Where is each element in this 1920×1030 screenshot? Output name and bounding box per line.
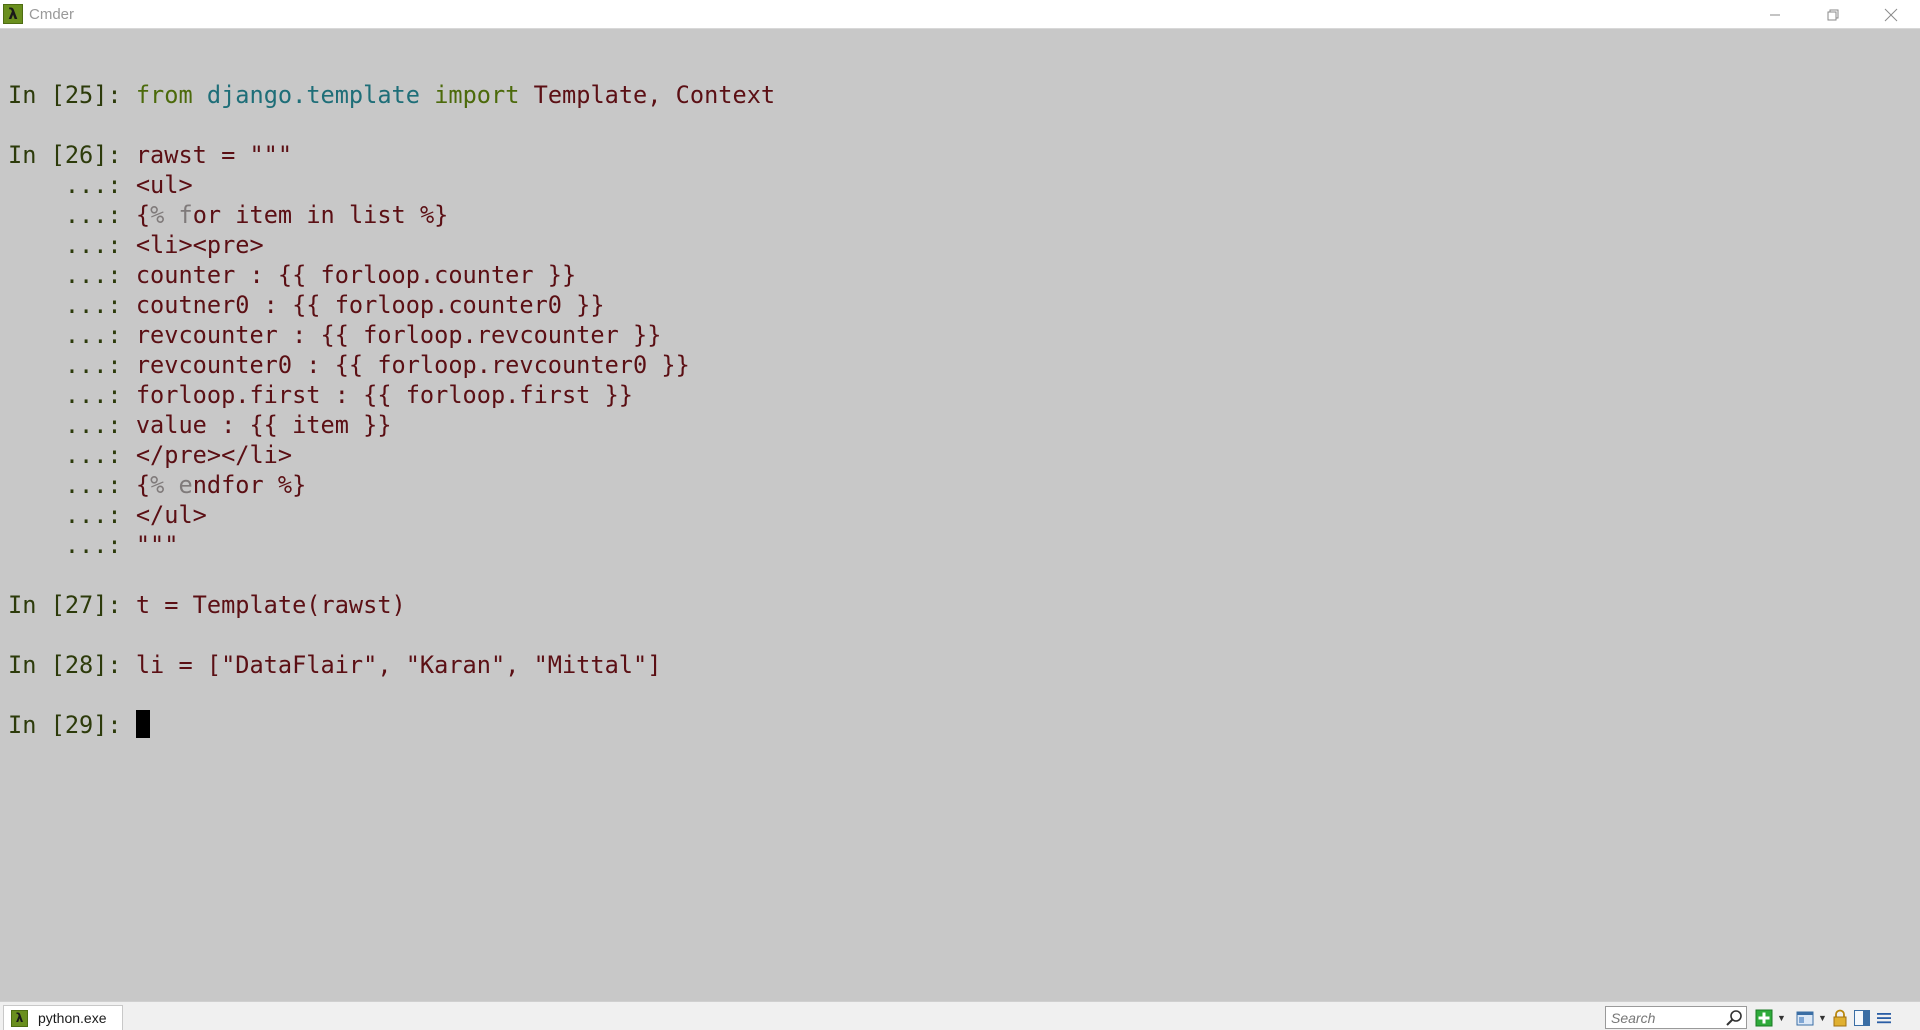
code-text: counter : {{ forloop.counter }}	[135, 261, 577, 289]
continuation-prompt: ...:	[8, 261, 136, 289]
console-line: In [27]: t = Template(rawst)	[8, 590, 775, 620]
minimize-icon	[1770, 14, 1780, 15]
continuation-prompt: ...:	[8, 231, 136, 259]
code-text: Template, Context	[519, 81, 776, 109]
code-text: <li><pre>	[135, 231, 264, 259]
console-line: ...: <li><pre>	[8, 230, 775, 260]
prompt: In [27]:	[8, 591, 136, 619]
cmder-lambda-icon: λ	[11, 1009, 28, 1027]
code-text: """	[135, 531, 179, 559]
code-text: <ul>	[135, 171, 193, 199]
window-controls	[1746, 0, 1920, 29]
code-text: {	[135, 471, 151, 499]
code-text: li = ["DataFlair", "Karan", "Mittal"]	[135, 651, 662, 679]
toggle-panel-button[interactable]	[1853, 1008, 1871, 1028]
continuation-prompt: ...:	[8, 411, 136, 439]
title-bar: λ Cmder	[0, 0, 1920, 29]
console-area[interactable]: In [25]: from django.template import Tem…	[0, 29, 1920, 1001]
keyword: from	[135, 81, 193, 109]
hamburger-menu-icon	[1877, 1012, 1891, 1023]
console-line: ...: value : {{ item }}	[8, 410, 775, 440]
search-icon[interactable]	[1724, 1008, 1744, 1028]
console-tab[interactable]: λ python.exe	[3, 1005, 123, 1030]
lock-button[interactable]	[1831, 1008, 1849, 1028]
code-text: revcounter : {{ forloop.revcounter }}	[135, 321, 662, 349]
console-line: ...: </ul>	[8, 500, 775, 530]
panel-icon	[1854, 1009, 1870, 1026]
keyword: import	[434, 81, 520, 109]
code-text: revcounter0 : {{ forloop.revcounter0 }}	[135, 351, 690, 379]
minimize-button[interactable]	[1746, 0, 1804, 29]
continuation-prompt: ...:	[8, 501, 136, 529]
console-line: ...: {% endfor %}	[8, 470, 775, 500]
code-text: {	[135, 201, 151, 229]
cmder-lambda-icon: λ	[3, 4, 23, 24]
prompt: In [26]:	[8, 141, 136, 169]
search-box	[1605, 1006, 1747, 1029]
code-text: t = Template(rawst)	[135, 591, 406, 619]
console-line: ...: <ul>	[8, 170, 775, 200]
console-line: In [26]: rawst = """	[8, 140, 775, 170]
status-bar: λ python.exe ▼ ▼	[0, 1001, 1920, 1030]
split-view-button[interactable]	[1796, 1008, 1814, 1028]
console-output: In [25]: from django.template import Tem…	[8, 80, 775, 740]
console-line: In [29]:	[8, 710, 775, 740]
prompt: In [25]:	[8, 81, 136, 109]
window-title: Cmder	[29, 5, 75, 23]
code-text-dim: % e	[150, 471, 193, 499]
prompt: In [28]:	[8, 651, 136, 679]
split-view-dropdown[interactable]: ▼	[1818, 1008, 1827, 1028]
code-text: rawst = """	[135, 141, 293, 169]
restore-button[interactable]	[1804, 0, 1862, 29]
module-name: django.template	[206, 81, 420, 109]
continuation-prompt: ...:	[8, 531, 136, 559]
code-text: </pre></li>	[135, 441, 293, 469]
plus-icon	[1755, 1009, 1773, 1026]
console-line: ...: revcounter : {{ forloop.revcounter …	[8, 320, 775, 350]
continuation-prompt: ...:	[8, 291, 136, 319]
toolbar-icons: ▼ ▼	[1755, 1006, 1893, 1029]
console-line: ...: forloop.first : {{ forloop.first }}	[8, 380, 775, 410]
code-text-dim: % f	[150, 201, 193, 229]
code-text: or item in list %}	[192, 201, 449, 229]
continuation-prompt: ...:	[8, 321, 136, 349]
continuation-prompt: ...:	[8, 381, 136, 409]
console-line: In [25]: from django.template import Tem…	[8, 80, 775, 110]
console-line: ...: """	[8, 530, 775, 560]
code-text: value : {{ item }}	[135, 411, 392, 439]
search-input[interactable]	[1606, 1009, 1724, 1026]
continuation-prompt: ...:	[8, 441, 136, 469]
code-text: coutner0 : {{ forloop.counter0 }}	[135, 291, 605, 319]
continuation-prompt: ...:	[8, 351, 136, 379]
console-line: ...: counter : {{ forloop.counter }}	[8, 260, 775, 290]
close-button[interactable]	[1862, 0, 1920, 29]
text-cursor	[135, 710, 150, 738]
tab-label: python.exe	[38, 1010, 107, 1026]
restore-icon	[1827, 9, 1839, 20]
close-icon	[1884, 8, 1898, 21]
console-line: In [28]: li = ["DataFlair", "Karan", "Mi…	[8, 650, 775, 680]
prompt: In [29]:	[8, 711, 136, 739]
console-line: ...: {% for item in list %}	[8, 200, 775, 230]
menu-button[interactable]	[1875, 1008, 1893, 1028]
code-text: </ul>	[135, 501, 207, 529]
lock-icon	[1833, 1009, 1847, 1026]
console-line: ...: coutner0 : {{ forloop.counter0 }}	[8, 290, 775, 320]
new-console-dropdown[interactable]: ▼	[1777, 1008, 1786, 1028]
console-line: ...: </pre></li>	[8, 440, 775, 470]
continuation-prompt: ...:	[8, 471, 136, 499]
continuation-prompt: ...:	[8, 171, 136, 199]
console-line: ...: revcounter0 : {{ forloop.revcounter…	[8, 350, 775, 380]
continuation-prompt: ...:	[8, 201, 136, 229]
window-layout-icon	[1796, 1011, 1814, 1025]
new-console-button[interactable]	[1755, 1008, 1773, 1028]
code-text: forloop.first : {{ forloop.first }}	[135, 381, 634, 409]
code-text: ndfor %}	[192, 471, 307, 499]
